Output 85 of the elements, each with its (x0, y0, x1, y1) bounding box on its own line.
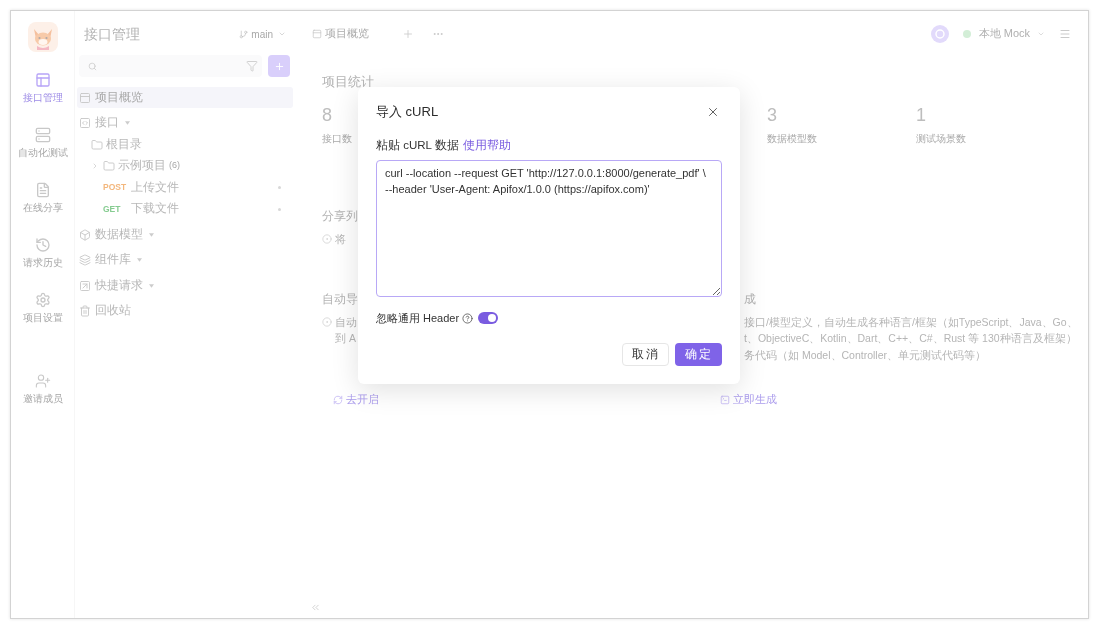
code-square-icon (79, 117, 91, 129)
section-title: 项目统计 (322, 74, 374, 90)
environment-select[interactable]: 本地 Mock (962, 25, 1045, 42)
rail-nav-item[interactable]: 在线分享 (13, 182, 72, 214)
feature-description: 自动 到 A (335, 314, 357, 346)
filter-icon[interactable] (246, 60, 258, 72)
tree-item[interactable]: 接口 (77, 112, 293, 134)
layers-icon (79, 254, 91, 266)
close-icon (706, 105, 720, 119)
action-link[interactable]: 去开启 (333, 391, 379, 408)
server-icon (34, 127, 51, 143)
status-dot-icon (962, 29, 971, 38)
feature-description: 接口/模型定义，自动生成各种语言/框架（如TypeScript、Java、Go、 t、ObjectiveC、Kotlin、Dart、C++、C#、Rust 等 130种语言及框架） 务代码（如 Model、Controller、单元测试代码等） (744, 314, 1078, 363)
stat-value: 8 (322, 104, 332, 126)
tree-item[interactable]: 快捷请求 (77, 275, 293, 296)
rail-nav-item[interactable]: 接口管理 (13, 72, 72, 104)
tree-item[interactable]: GET 下载文件 (77, 198, 293, 220)
info-dot-icon (322, 234, 332, 244)
tree-item[interactable]: 示例项目 (6) (77, 155, 293, 177)
panel-icon (312, 28, 322, 39)
rail-nav-item[interactable]: 请求历史 (13, 237, 72, 269)
stat-label: 测试场景数 (916, 132, 966, 146)
info-dot-icon (322, 316, 332, 327)
chevron-down-icon (278, 30, 286, 38)
caret-icon (125, 121, 130, 125)
tree-item[interactable]: 数据模型 (77, 224, 293, 245)
confirm-button[interactable]: 确定 (675, 343, 722, 366)
arrow-square-icon (79, 279, 91, 292)
tree-item[interactable]: 根目录 (77, 134, 293, 155)
plus-icon (273, 60, 285, 72)
fox-logo (27, 22, 58, 52)
dot-icon (278, 186, 281, 189)
plus-icon (402, 27, 414, 40)
trash-icon (79, 305, 91, 317)
option-label: 忽略通用 Header (376, 310, 460, 326)
branch-icon (239, 29, 249, 39)
curl-input[interactable]: curl --location --request GET 'http://127.0.0.1:8000/generate_pdf' \ --header 'User-Agent: Apifox/1.0.0 (https://apifox.com)' (376, 160, 722, 297)
stat-label: 数据模型数 (767, 132, 817, 146)
chevron-right-icon[interactable] (91, 162, 99, 170)
stat-value: 3 (767, 104, 777, 126)
folder-icon (91, 138, 103, 151)
invite-members-button[interactable]: 邀请成员 (13, 373, 72, 405)
stat-label: 接口数 (322, 132, 352, 146)
caret-icon (149, 283, 154, 288)
tree-item[interactable]: 组件库 (77, 249, 293, 271)
refresh-icon (333, 394, 343, 405)
cube-icon (79, 228, 91, 241)
help-link[interactable]: 使用帮助 (462, 137, 511, 155)
folder-icon (103, 160, 115, 172)
caret-icon (137, 258, 142, 262)
field-label: 粘贴 cURL 数据 (376, 138, 459, 154)
add-tab-button[interactable] (402, 27, 414, 40)
settings-icon (34, 292, 51, 308)
tab[interactable]: 项目概览 (312, 25, 369, 42)
toggle-switch[interactable] (478, 312, 499, 324)
feature-description: 将 (335, 232, 346, 247)
sidebar-title: 接口管理 (84, 24, 140, 44)
caret-icon (149, 232, 154, 237)
stat-value: 1 (916, 104, 926, 126)
tree-item[interactable]: 项目概览 (77, 87, 293, 108)
rail-nav-item[interactable]: 自动化测试 (13, 127, 72, 159)
terminal-icon (720, 394, 730, 405)
panel-icon (79, 91, 91, 104)
search-field[interactable] (79, 55, 262, 77)
method-label: GET (103, 202, 122, 216)
menu-icon[interactable] (1059, 27, 1071, 40)
avatar-icon[interactable] (930, 24, 949, 43)
feature-title: 自动导 (322, 291, 358, 307)
action-link[interactable]: 立即生成 (720, 391, 777, 408)
layout-icon (34, 72, 51, 88)
dot-icon (278, 207, 281, 211)
user-plus-icon (34, 373, 51, 389)
tree-item[interactable]: 回收站 (77, 300, 293, 322)
help-icon[interactable] (462, 312, 474, 324)
dialog-title: 导入 cURL (376, 103, 439, 122)
add-button[interactable] (268, 55, 290, 77)
search-icon (88, 61, 97, 71)
branch-selector[interactable]: main (239, 26, 286, 42)
history-icon (34, 237, 51, 253)
feature-title: 分享列 (322, 209, 358, 224)
document-icon (34, 182, 51, 198)
cancel-button[interactable]: 取消 (622, 343, 669, 366)
method-label: POST (103, 181, 128, 194)
rail-nav-item[interactable]: 项目设置 (13, 292, 72, 324)
feature-title: 成 (744, 291, 756, 307)
